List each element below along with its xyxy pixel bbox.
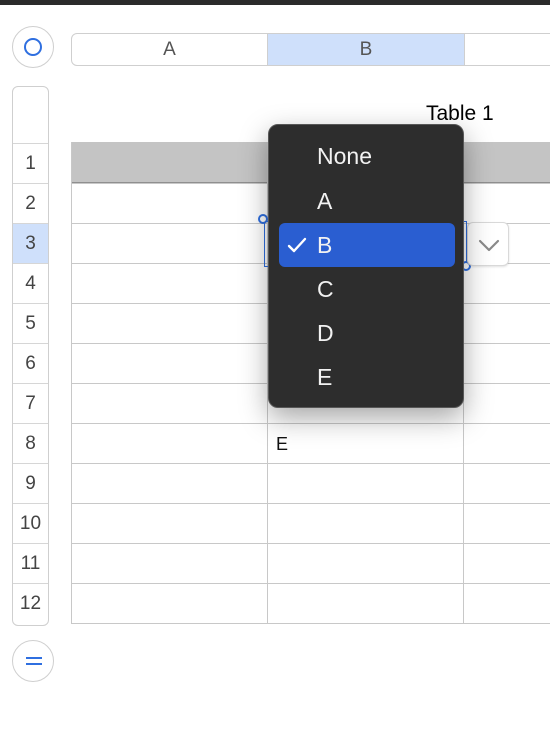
popup-menu-trigger[interactable] [467,222,509,266]
row-header-12[interactable]: 12 [13,583,48,623]
table-row[interactable] [71,583,550,623]
checkmark-icon [287,237,307,253]
menu-item-label: D [317,320,334,346]
table-row[interactable] [71,543,550,583]
row-header-11[interactable]: 11 [13,543,48,583]
menu-item-b[interactable]: B [279,223,455,267]
row-header-bar: 1 2 3 4 5 6 7 8 9 10 11 12 [12,86,49,626]
row-header-6[interactable]: 6 [13,343,48,383]
cell-b8[interactable]: E [276,434,288,455]
menu-item-a[interactable]: A [279,179,455,223]
menu-item-label: C [317,276,334,302]
table-bottom-border [71,623,550,624]
table-title[interactable]: Table 1 [426,102,494,126]
add-row-button[interactable] [12,640,54,682]
column-divider [71,142,72,624]
column-header-b[interactable]: B [268,34,465,65]
menu-item-c[interactable]: C [279,267,455,311]
row-header-8[interactable]: 8 [13,423,48,463]
row-header-7[interactable]: 7 [13,383,48,423]
chevron-down-icon [478,239,500,252]
table-row[interactable] [71,503,550,543]
row-header-9[interactable]: 9 [13,463,48,503]
window-top-edge [0,0,550,5]
row-header-2[interactable]: 2 [13,183,48,223]
row-header-1[interactable]: 1 [13,143,48,183]
row-header-3[interactable]: 3 [13,223,48,263]
select-all-button[interactable] [12,26,54,68]
table-row[interactable] [71,423,550,463]
selection-handle-top-left[interactable] [258,214,268,224]
row-header-5[interactable]: 5 [13,303,48,343]
column-header-bar: A B [71,33,550,66]
popup-menu: None A B C D E [268,124,464,408]
menu-item-none[interactable]: None [279,134,455,178]
table-row[interactable] [71,463,550,503]
menu-item-e[interactable]: E [279,355,455,399]
menu-item-label: B [317,232,333,258]
menu-item-d[interactable]: D [279,311,455,355]
circle-icon [24,38,42,56]
row-header-10[interactable]: 10 [13,503,48,543]
menu-item-label: E [317,364,333,390]
row-header-4[interactable]: 4 [13,263,48,303]
menu-item-label: A [317,188,333,214]
menu-item-label: None [317,143,372,169]
column-header-a[interactable]: A [72,34,268,65]
